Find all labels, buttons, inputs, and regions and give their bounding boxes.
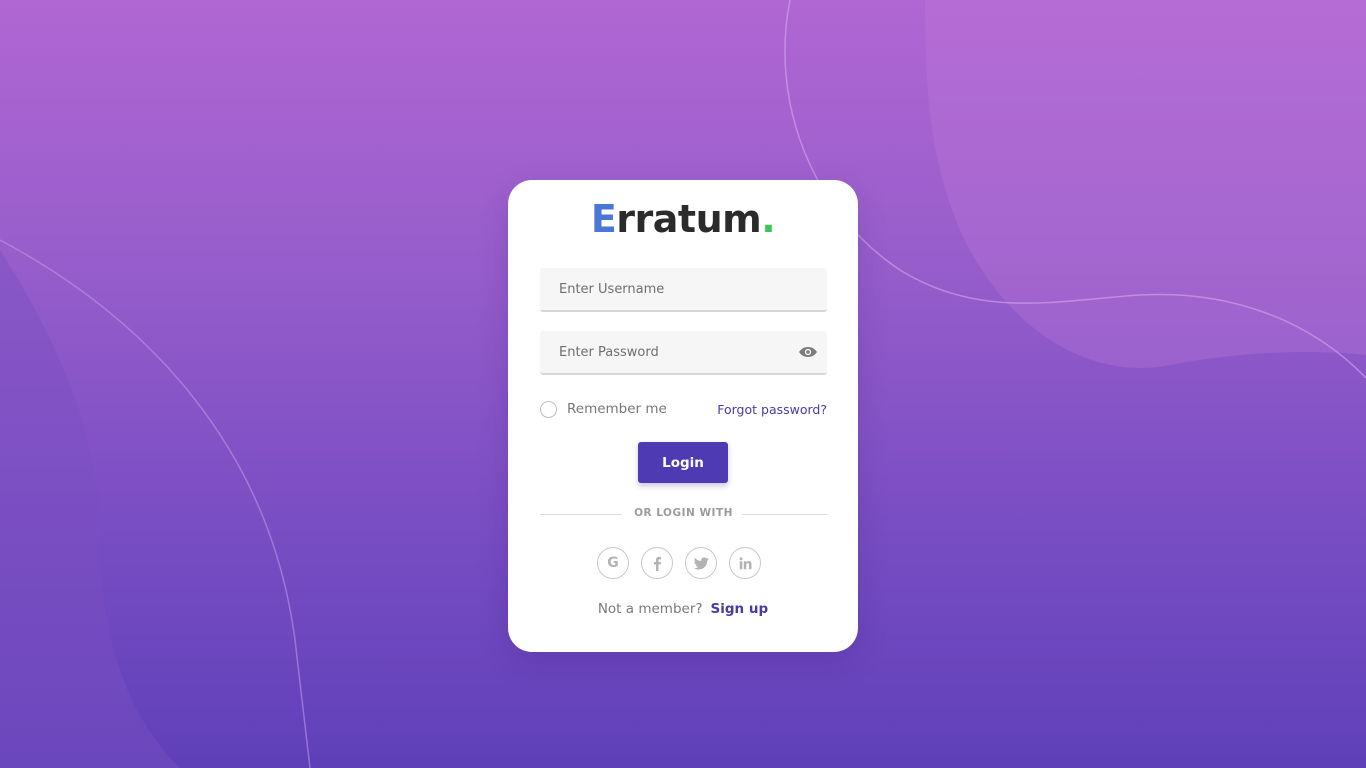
logo-dot: . [761, 197, 776, 241]
login-button[interactable]: Login [638, 442, 728, 483]
password-field [540, 331, 827, 375]
forgot-password-link[interactable]: Forgot password? [717, 402, 827, 417]
divider-text: OR LOGIN WITH [634, 507, 733, 519]
brand-logo: Erratum. [508, 196, 858, 242]
google-icon: G [607, 555, 619, 571]
signup-row: Not a member? Sign up [508, 601, 858, 617]
twitter-icon [693, 556, 709, 569]
twitter-login-button[interactable] [685, 547, 717, 579]
username-field [540, 268, 827, 312]
password-input[interactable] [540, 331, 827, 373]
login-card: Erratum. Remember me Forgot password? Lo… [508, 180, 858, 652]
google-login-button[interactable]: G [597, 547, 629, 579]
social-login-buttons: G [597, 547, 761, 579]
facebook-icon [653, 556, 662, 571]
remember-me-label: Remember me [567, 401, 667, 417]
eye-icon[interactable] [798, 344, 818, 360]
linkedin-login-button[interactable] [729, 547, 761, 579]
signup-link[interactable]: Sign up [711, 601, 769, 617]
linkedin-icon [739, 556, 751, 569]
signup-prompt: Not a member? [597, 601, 703, 617]
username-input[interactable] [540, 268, 827, 310]
remember-me[interactable]: Remember me [540, 398, 667, 420]
remember-me-radio[interactable] [540, 400, 557, 418]
divider-line-right [742, 514, 827, 515]
facebook-login-button[interactable] [641, 547, 673, 579]
logo-text: rratum [616, 197, 762, 241]
logo-first-letter: E [590, 197, 617, 241]
or-login-with-divider: OR LOGIN WITH [540, 506, 827, 522]
